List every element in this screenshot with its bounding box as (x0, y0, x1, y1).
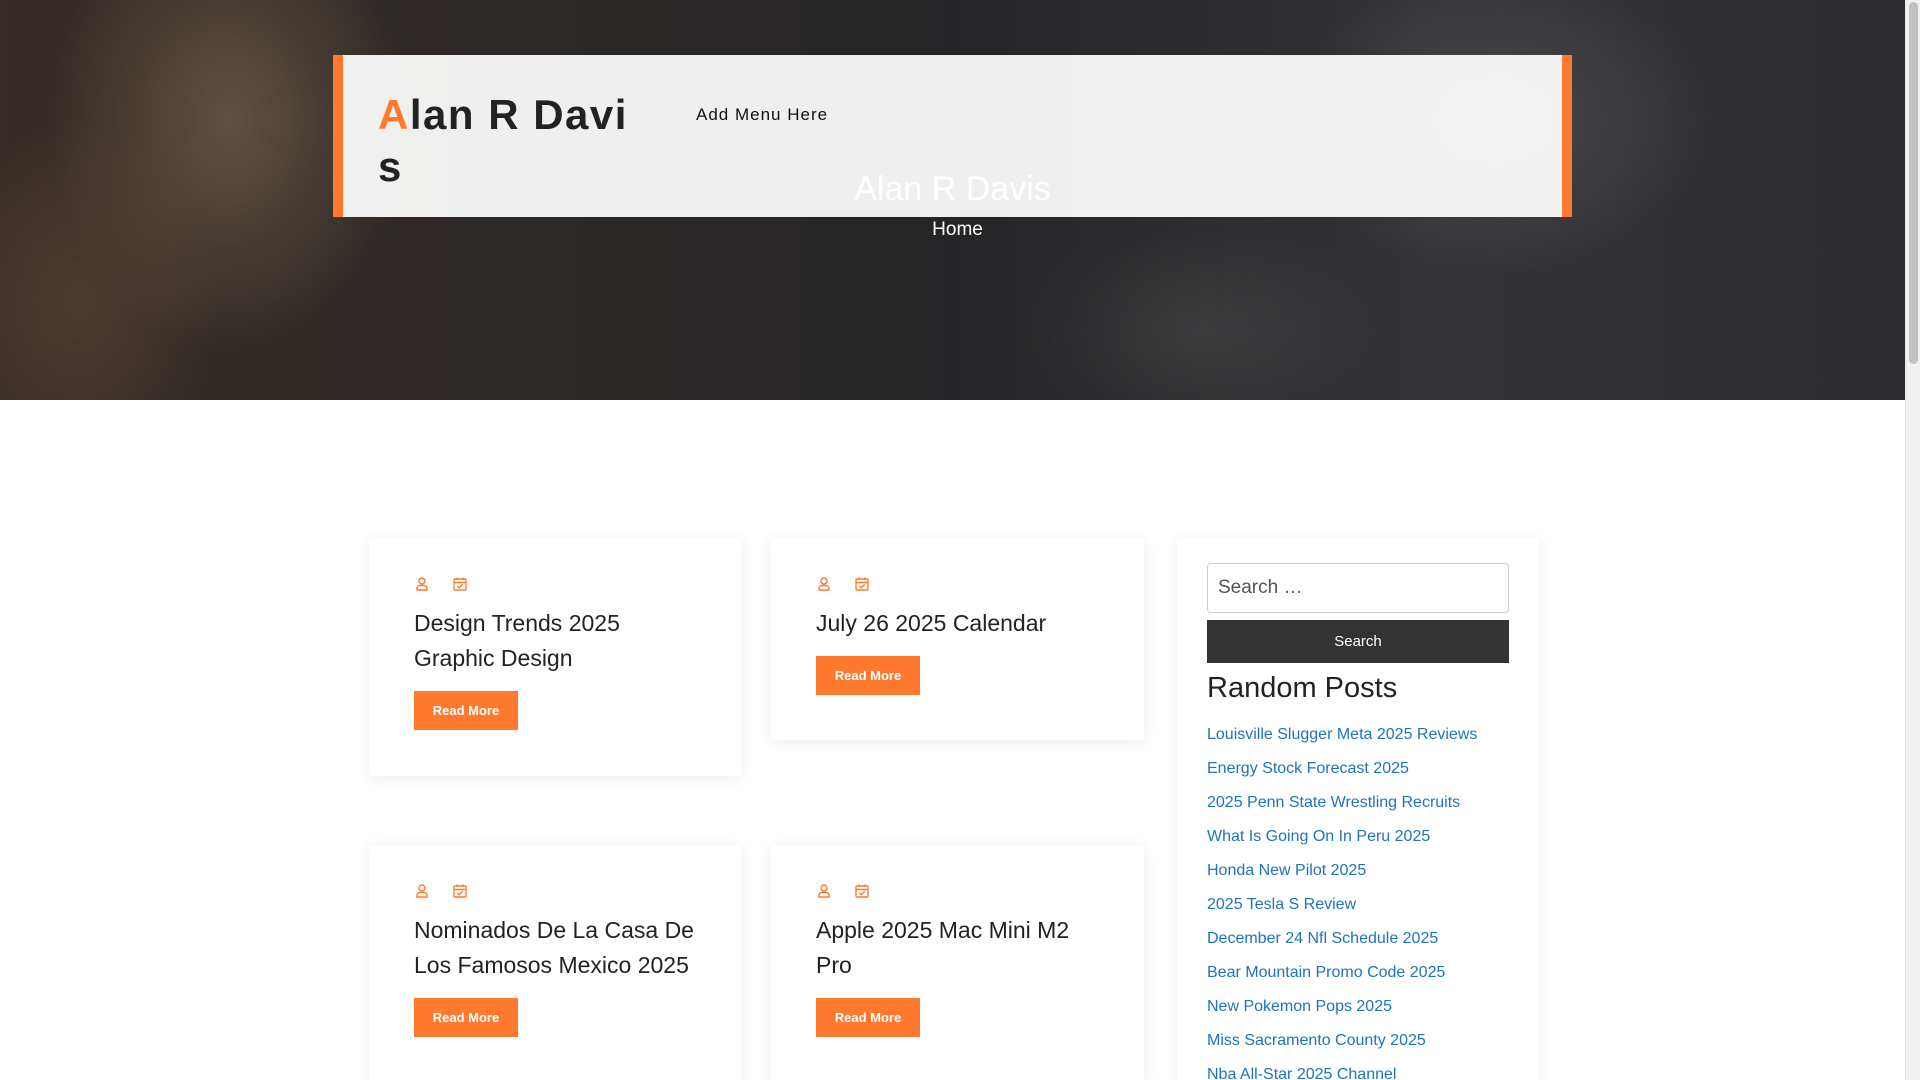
menu-link-add-menu[interactable]: Add Menu Here (696, 105, 828, 125)
random-posts-heading: Random Posts (1207, 672, 1398, 704)
post-title[interactable]: July 26 2025 Calendar (816, 606, 1106, 641)
random-post-link[interactable]: Honda New Pilot 2025 (1207, 854, 1477, 888)
random-post-link[interactable]: What Is Going On In Peru 2025 (1207, 820, 1477, 854)
random-post-link[interactable]: 2025 Tesla S Review (1207, 888, 1477, 922)
hero-title: Alan R Davis (854, 170, 1051, 208)
calendar-check-icon[interactable] (854, 576, 870, 592)
search-button[interactable]: Search (1207, 620, 1509, 663)
calendar-check-icon[interactable] (452, 883, 468, 899)
random-post-link[interactable]: Louisville Slugger Meta 2025 Reviews (1207, 718, 1477, 752)
post-meta (414, 883, 468, 899)
post-card: Apple 2025 Mac Mini M2 Pro Read More (771, 845, 1144, 1080)
user-icon[interactable] (414, 576, 430, 592)
user-icon[interactable] (816, 576, 832, 592)
random-post-link[interactable]: December 24 Nfl Schedule 2025 (1207, 922, 1477, 956)
read-more-button[interactable]: Read More (414, 691, 518, 730)
sidebar: Search Random Posts Louisville Slugger M… (1177, 538, 1539, 1080)
random-post-link[interactable]: Miss Sacramento County 2025 (1207, 1024, 1477, 1058)
post-meta (816, 576, 870, 592)
calendar-check-icon[interactable] (452, 576, 468, 592)
search-input[interactable] (1207, 563, 1509, 613)
random-post-link[interactable]: 2025 Penn State Wrestling Recruits (1207, 786, 1477, 820)
post-title[interactable]: Nominados De La Casa De Los Famosos Mexi… (414, 913, 704, 983)
site-title-initial[interactable]: A (378, 91, 410, 138)
user-icon[interactable] (414, 883, 430, 899)
calendar-check-icon[interactable] (854, 883, 870, 899)
read-more-button[interactable]: Read More (816, 656, 920, 695)
scrollbar-thumb[interactable] (1909, 2, 1918, 364)
breadcrumb-home[interactable]: Home (0, 219, 1915, 241)
post-meta (816, 883, 870, 899)
random-post-link[interactable]: Bear Mountain Promo Code 2025 (1207, 956, 1477, 990)
read-more-button[interactable]: Read More (414, 998, 518, 1037)
post-card: July 26 2025 Calendar Read More (771, 538, 1144, 740)
post-card: Nominados De La Casa De Los Famosos Mexi… (369, 845, 741, 1080)
read-more-button[interactable]: Read More (816, 998, 920, 1037)
page-scrollbar[interactable] (1905, 0, 1920, 1080)
user-icon[interactable] (816, 883, 832, 899)
random-post-link[interactable]: New Pokemon Pops 2025 (1207, 990, 1477, 1024)
random-post-link[interactable]: Nba All-Star 2025 Channel (1207, 1058, 1477, 1080)
post-card: Design Trends 2025 Graphic Design Read M… (369, 538, 741, 776)
post-meta (414, 576, 468, 592)
post-title[interactable]: Apple 2025 Mac Mini M2 Pro (816, 913, 1106, 983)
post-title[interactable]: Design Trends 2025 Graphic Design (414, 606, 704, 676)
random-post-link[interactable]: Energy Stock Forecast 2025 (1207, 752, 1477, 786)
random-posts-list: Louisville Slugger Meta 2025 Reviews Ene… (1207, 718, 1477, 1080)
